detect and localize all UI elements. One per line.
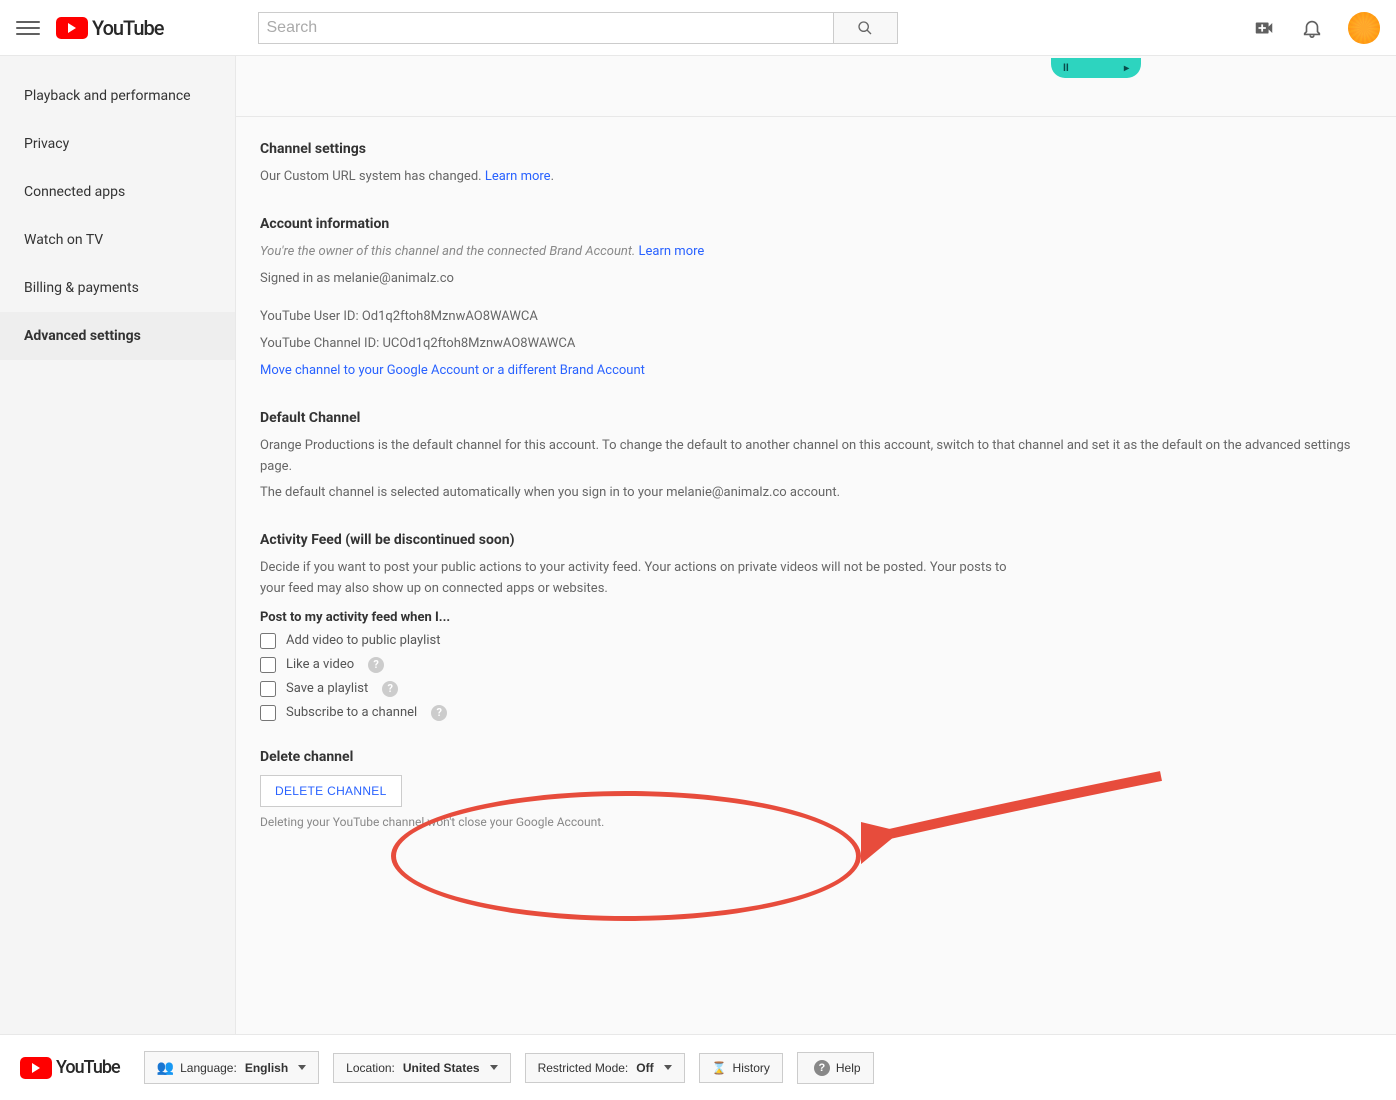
hourglass-icon: ⌛	[712, 1061, 727, 1075]
search-input[interactable]	[258, 12, 833, 44]
sidebar-item-playback[interactable]: Playback and performance	[0, 72, 235, 120]
checkbox-row-add-playlist: Add video to public playlist	[260, 633, 1372, 649]
default-channel-p1: Orange Productions is the default channe…	[260, 436, 1372, 478]
delete-disclaimer: Deleting your YouTube channel won't clos…	[260, 815, 1372, 829]
sidebar-item-privacy[interactable]: Privacy	[0, 120, 235, 168]
restricted-label: Restricted Mode:	[538, 1061, 629, 1075]
header: YouTube	[0, 0, 1396, 56]
location-value: United States	[403, 1061, 480, 1075]
history-label: History	[733, 1061, 770, 1075]
channel-settings-title: Channel settings	[260, 141, 1372, 157]
logo-text: YouTube	[92, 16, 164, 40]
help-button[interactable]: ? Help	[797, 1052, 874, 1084]
youtube-logo[interactable]: YouTube	[56, 16, 164, 40]
chevron-down-icon	[490, 1065, 498, 1070]
avatar[interactable]	[1348, 12, 1380, 44]
help-icon[interactable]: ?	[382, 681, 398, 697]
activity-feed-desc: Decide if you want to post your public a…	[260, 558, 1030, 600]
youtube-channel-id: YouTube Channel ID: UCOd1q2ftoh8MznwAO8W…	[260, 334, 1372, 355]
learn-more-link[interactable]: Learn more	[485, 169, 551, 184]
section-activity-feed: Activity Feed (will be discontinued soon…	[260, 532, 1372, 721]
sidebar-item-connected-apps[interactable]: Connected apps	[0, 168, 235, 216]
search-button[interactable]	[833, 12, 898, 44]
checkbox-label: Save a playlist	[286, 681, 368, 696]
section-delete-channel: Delete channel DELETE CHANNEL Deleting y…	[260, 749, 1372, 829]
checkbox-row-subscribe: Subscribe to a channel ?	[260, 705, 1372, 721]
chevron-down-icon	[298, 1065, 306, 1070]
footer: YouTube 👥 Language: English Location: Un…	[0, 1034, 1396, 1100]
history-button[interactable]: ⌛ History	[699, 1053, 783, 1083]
search-form	[214, 12, 942, 44]
checkbox-like-video[interactable]	[260, 657, 276, 673]
help-icon: ?	[814, 1060, 830, 1076]
sidebar-item-advanced-settings[interactable]: Advanced settings	[0, 312, 235, 360]
language-label: Language:	[180, 1061, 237, 1075]
checkbox-label: Like a video	[286, 657, 354, 672]
help-icon[interactable]: ?	[431, 705, 447, 721]
checkbox-save-playlist[interactable]	[260, 681, 276, 697]
location-label: Location:	[346, 1061, 395, 1075]
sidebar-item-billing[interactable]: Billing & payments	[0, 264, 235, 312]
people-icon: 👥	[157, 1059, 174, 1076]
checkbox-label: Add video to public playlist	[286, 633, 440, 648]
language-selector[interactable]: 👥 Language: English	[144, 1051, 320, 1084]
checkbox-row-save-playlist: Save a playlist ?	[260, 681, 1372, 697]
learn-more-link[interactable]: Learn more	[639, 244, 705, 259]
sidebar-item-watch-on-tv[interactable]: Watch on TV	[0, 216, 235, 264]
signed-in-text: Signed in as melanie@animalz.co	[260, 269, 1372, 290]
activity-feed-subheading: Post to my activity feed when I...	[260, 610, 1372, 625]
create-video-icon[interactable]	[1252, 16, 1276, 40]
checkbox-row-like-video: Like a video ?	[260, 657, 1372, 673]
channel-settings-text: Our Custom URL system has changed.	[260, 169, 485, 184]
move-channel-link[interactable]: Move channel to your Google Account or a…	[260, 363, 645, 378]
account-info-title: Account information	[260, 216, 1372, 232]
main-content: II▸ Channel settings Our Custom URL syst…	[236, 56, 1396, 1034]
search-icon	[857, 20, 873, 36]
account-owner-text: You're the owner of this channel and the…	[260, 244, 639, 259]
sidebar: Playback and performance Privacy Connect…	[0, 56, 236, 1034]
banner-fragment: II▸	[1051, 58, 1141, 78]
location-selector[interactable]: Location: United States	[333, 1053, 510, 1083]
chevron-down-icon	[664, 1065, 672, 1070]
checkbox-add-playlist[interactable]	[260, 633, 276, 649]
restricted-value: Off	[636, 1061, 653, 1075]
checkbox-label: Subscribe to a channel	[286, 705, 417, 720]
section-default-channel: Default Channel Orange Productions is th…	[260, 410, 1372, 504]
activity-feed-title: Activity Feed (will be discontinued soon…	[260, 532, 1372, 548]
delete-channel-button[interactable]: DELETE CHANNEL	[260, 775, 402, 807]
restricted-mode-selector[interactable]: Restricted Mode: Off	[525, 1053, 685, 1083]
section-account-info: Account information You're the owner of …	[260, 216, 1372, 382]
logo-text: YouTube	[56, 1057, 120, 1078]
default-channel-p2: The default channel is selected automati…	[260, 483, 1372, 504]
help-icon[interactable]: ?	[368, 657, 384, 673]
youtube-logo-footer[interactable]: YouTube	[20, 1057, 120, 1079]
section-channel-settings: Channel settings Our Custom URL system h…	[260, 141, 1372, 188]
youtube-user-id: YouTube User ID: Od1q2ftoh8MznwAO8WAWCA	[260, 307, 1372, 328]
delete-channel-title: Delete channel	[260, 749, 1372, 765]
header-actions	[1252, 12, 1380, 44]
default-channel-title: Default Channel	[260, 410, 1372, 426]
checkbox-subscribe[interactable]	[260, 705, 276, 721]
notifications-icon[interactable]	[1300, 16, 1324, 40]
hamburger-menu-icon[interactable]	[16, 16, 40, 40]
language-value: English	[245, 1061, 288, 1075]
help-label: Help	[836, 1061, 861, 1075]
